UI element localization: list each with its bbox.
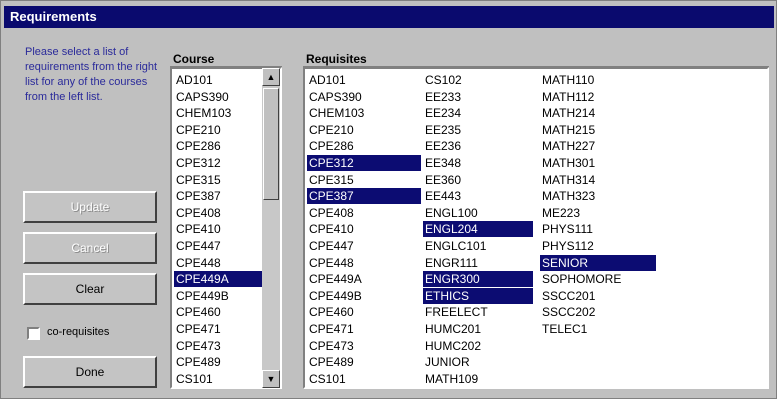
- requisite-list-item[interactable]: CPE460: [307, 304, 421, 320]
- title-bar: Requirements: [4, 6, 774, 28]
- requisite-list-item[interactable]: CPE408: [307, 205, 421, 221]
- co-requisites-label: co-requisites: [47, 326, 110, 338]
- requisite-list-item[interactable]: AD101: [307, 72, 421, 88]
- co-requisites-checkbox[interactable]: [27, 327, 40, 340]
- course-list-item[interactable]: CPE448: [174, 255, 262, 271]
- requisite-list-item[interactable]: CPE473: [307, 338, 421, 354]
- scroll-up-arrow-icon[interactable]: ▲: [262, 68, 280, 86]
- clear-button[interactable]: Clear: [23, 273, 157, 305]
- requisite-list-item[interactable]: MATH314: [540, 172, 656, 188]
- requisite-list-item[interactable]: ENGR111: [423, 255, 533, 271]
- course-list-item[interactable]: CPE312: [174, 155, 262, 171]
- requisite-list-item[interactable]: MATH227: [540, 138, 656, 154]
- course-list-item[interactable]: CPE447: [174, 238, 262, 254]
- requisite-list-item[interactable]: EE348: [423, 155, 533, 171]
- update-button[interactable]: Update: [23, 191, 157, 223]
- scroll-thumb[interactable]: [263, 88, 279, 200]
- course-list-item[interactable]: CPE210: [174, 122, 262, 138]
- requisite-list-item[interactable]: ENGR300: [423, 271, 533, 288]
- requisite-list-item[interactable]: EE233: [423, 89, 533, 105]
- requirements-dialog: Requirements Please select a list of req…: [0, 0, 777, 399]
- requisite-list-item[interactable]: CHEM103: [307, 105, 421, 121]
- requisites-list-header: Requisites: [303, 51, 769, 67]
- requisite-list-item[interactable]: ENGL100: [423, 205, 533, 221]
- course-list-item[interactable]: AD101: [174, 72, 262, 88]
- requisite-list-item[interactable]: CPE286: [307, 138, 421, 154]
- course-list-item[interactable]: CPE471: [174, 321, 262, 337]
- scroll-down-arrow-icon[interactable]: ▼: [262, 370, 280, 388]
- requisite-list-item[interactable]: EE236: [423, 138, 533, 154]
- requisite-list-item[interactable]: FREELECT: [423, 304, 533, 320]
- requisite-list-item[interactable]: SENIOR: [540, 254, 656, 271]
- course-list-item[interactable]: CHEM103: [174, 105, 262, 121]
- requisite-list-item[interactable]: ENGLC101: [423, 238, 533, 254]
- requisite-list-item[interactable]: CPE312: [307, 155, 421, 171]
- requisite-list-item[interactable]: CPE449A: [307, 271, 421, 287]
- requisite-list-item[interactable]: EE443: [423, 188, 533, 204]
- course-list-header: Course: [170, 51, 282, 67]
- requisite-list-item[interactable]: CPE410: [307, 221, 421, 237]
- course-list-item[interactable]: CPE489: [174, 354, 262, 370]
- requisite-list-item[interactable]: HUMC202: [423, 338, 533, 354]
- requisite-list-item[interactable]: EE234: [423, 105, 533, 121]
- requisite-list-item[interactable]: PHYS111: [540, 221, 656, 237]
- requisite-list-item[interactable]: CPE471: [307, 321, 421, 337]
- requisite-list-item[interactable]: PHYS112: [540, 238, 656, 254]
- requisite-list-item[interactable]: ME223: [540, 205, 656, 221]
- requisite-list-item[interactable]: HUMC201: [423, 321, 533, 337]
- requisite-list-item[interactable]: SOPHOMORE: [540, 271, 656, 287]
- done-button[interactable]: Done: [23, 356, 157, 388]
- requisite-list-item[interactable]: MATH110: [540, 72, 656, 88]
- requisite-list-item[interactable]: CPE489: [307, 354, 421, 370]
- requisite-list-item[interactable]: SSCC202: [540, 304, 656, 320]
- cancel-button[interactable]: Cancel: [23, 232, 157, 264]
- course-list-item[interactable]: CPE286: [174, 138, 262, 154]
- requisite-list-item[interactable]: CS102: [423, 72, 533, 88]
- requisite-list-item[interactable]: TELEC1: [540, 321, 656, 337]
- course-list-item[interactable]: CPE315: [174, 172, 262, 188]
- requisite-list-item[interactable]: ENGL204: [423, 221, 533, 238]
- requisite-list-item[interactable]: CPE315: [307, 172, 421, 188]
- course-list-item[interactable]: CPE408: [174, 205, 262, 221]
- course-list-item[interactable]: CS101: [174, 371, 262, 387]
- requisite-list-item[interactable]: CPE448: [307, 255, 421, 271]
- instructions-text: Please select a list of requirements fro…: [25, 46, 158, 103]
- course-list-item[interactable]: CAPS390: [174, 89, 262, 105]
- requisite-list-item[interactable]: CPE449B: [307, 288, 421, 304]
- requisite-list-item[interactable]: CAPS390: [307, 89, 421, 105]
- course-list-item[interactable]: CPE449A: [174, 271, 262, 288]
- requisite-list-item[interactable]: SSCC201: [540, 288, 656, 304]
- requisite-list-item[interactable]: MATH215: [540, 122, 656, 138]
- requisites-list[interactable]: AD101 CAPS390 CHEM103 CPE210 CPE286 CPE312 CPE…: [303, 67, 769, 389]
- course-list-item[interactable]: CPE473: [174, 338, 262, 354]
- course-list-item[interactable]: CPE449B: [174, 288, 262, 304]
- requisite-list-item[interactable]: MATH214: [540, 105, 656, 121]
- requisite-list-item[interactable]: CPE447: [307, 238, 421, 254]
- requisite-list-item[interactable]: JUNIOR: [423, 354, 533, 370]
- requisite-list-item[interactable]: MATH112: [540, 89, 656, 105]
- requisite-list-item[interactable]: CPE387: [307, 188, 421, 205]
- course-list-item[interactable]: CPE460: [174, 304, 262, 320]
- window-title: Requirements: [10, 9, 97, 24]
- requisite-list-item[interactable]: EE235: [423, 122, 533, 138]
- requisite-list-item[interactable]: ETHICS: [423, 287, 533, 304]
- requisite-list-item[interactable]: EE360: [423, 172, 533, 188]
- course-list-scrollbar[interactable]: ▲ ▼: [262, 68, 280, 388]
- course-list-item[interactable]: CPE410: [174, 221, 262, 237]
- requisite-list-item[interactable]: MATH301: [540, 155, 656, 171]
- course-list-item[interactable]: CPE387: [174, 188, 262, 204]
- requisite-list-item[interactable]: MATH323: [540, 188, 656, 204]
- requisite-list-item[interactable]: CS101: [307, 371, 421, 387]
- requisite-list-item[interactable]: MATH109: [423, 371, 533, 387]
- requisite-list-item[interactable]: CPE210: [307, 122, 421, 138]
